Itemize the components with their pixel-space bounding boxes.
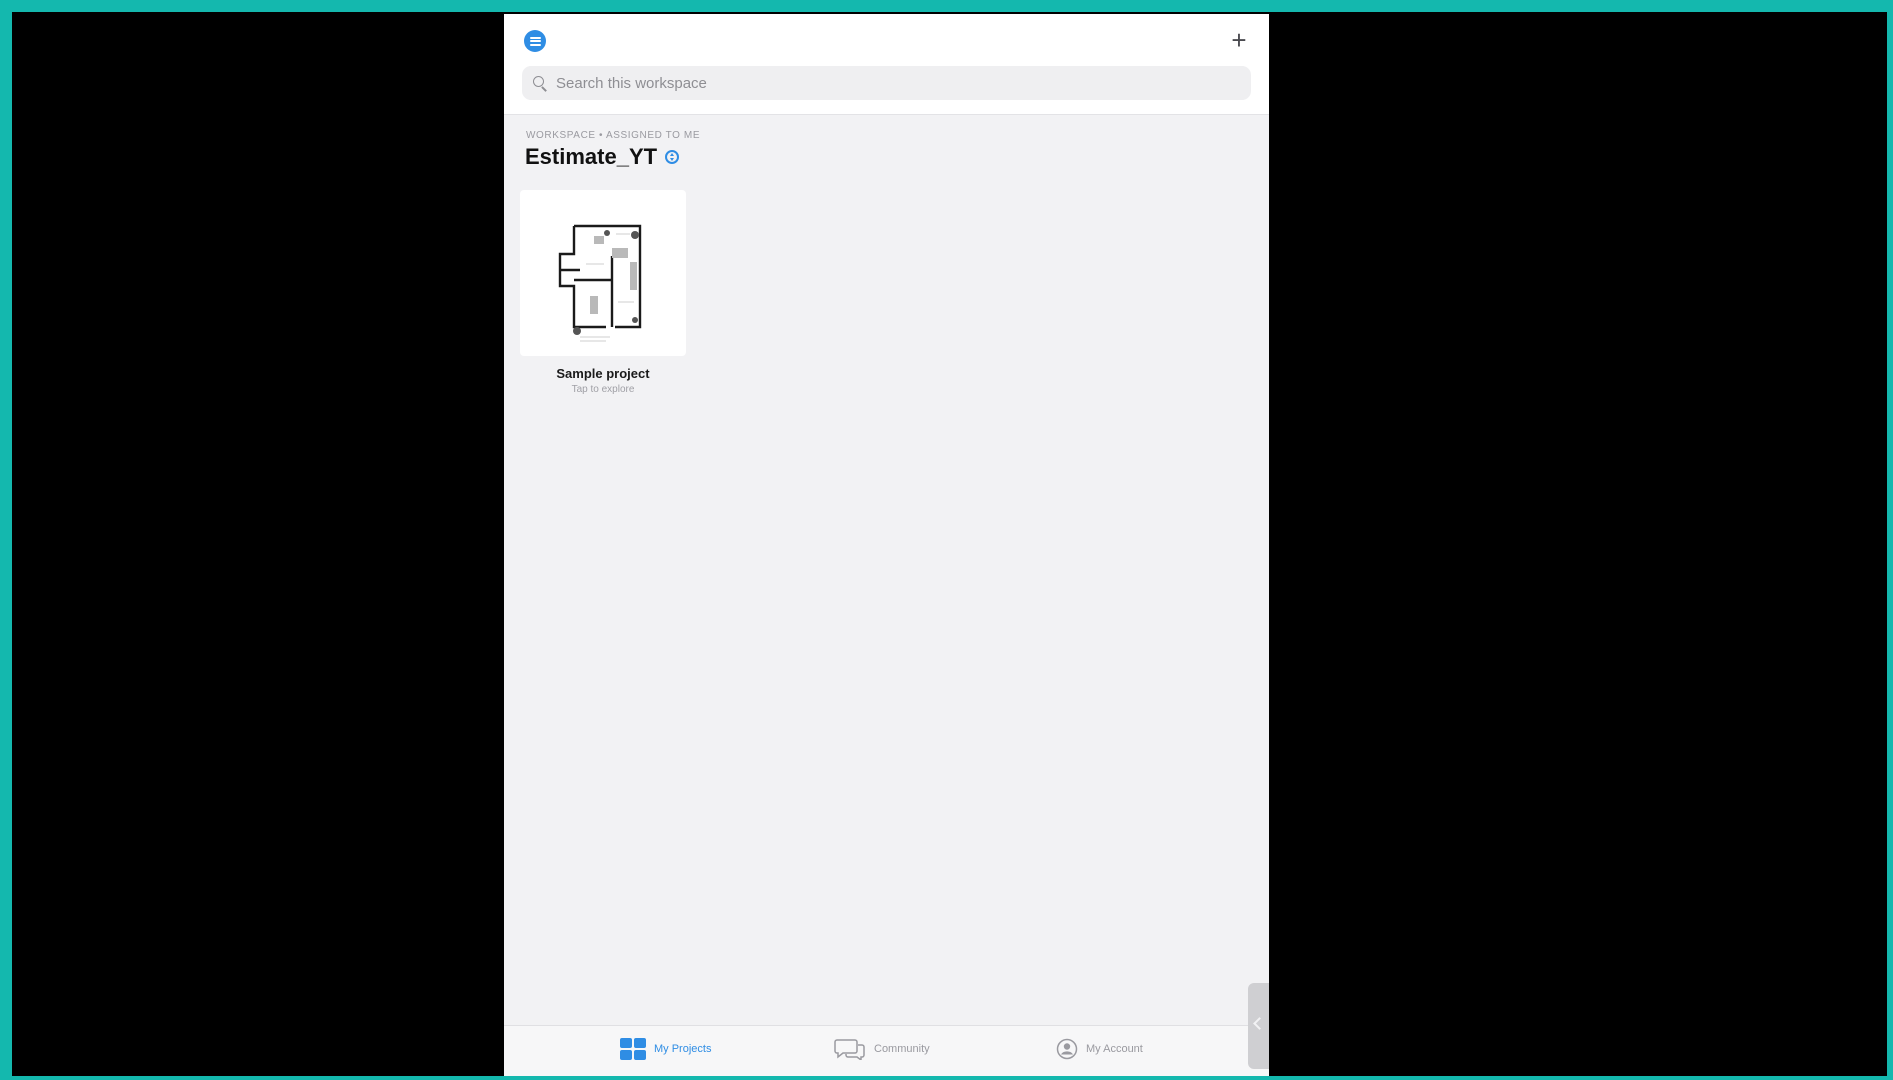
side-panel-handle[interactable] [1248,983,1269,1069]
menu-icon[interactable] [524,30,546,52]
project-name: Sample project [556,366,650,381]
switch-workspace-icon[interactable] [665,150,680,164]
tab-my-account[interactable]: My Account [1056,1038,1143,1060]
top-bar: + [504,14,1269,115]
project-subtitle: Tap to explore [571,384,635,395]
tab-bar: My Projects Community My Account [504,1025,1269,1076]
workspace-selector[interactable]: Estimate_YT [525,144,680,170]
search-input[interactable] [554,73,1238,93]
project-card[interactable]: Sample project Tap to explore [520,190,686,412]
tab-label: My Projects [654,1043,712,1055]
user-circle-icon [1056,1038,1078,1060]
tab-label: Community [874,1043,930,1055]
chat-bubbles-icon [834,1039,865,1060]
plus-icon[interactable]: + [1225,26,1253,54]
app-window: + WORKSPACE • ASSIGNED TO ME Estimate_YT [504,14,1269,1076]
grid-icon [620,1038,646,1060]
chevron-left-icon [1253,1017,1266,1030]
workspace-name: Estimate_YT [525,144,658,169]
workspace-caption: WORKSPACE • ASSIGNED TO ME [526,130,701,141]
tab-community[interactable]: Community [834,1038,930,1060]
tab-my-projects[interactable]: My Projects [620,1038,711,1060]
search-icon [532,75,548,92]
search-bar[interactable] [522,66,1251,100]
floor-plan-thumbnail[interactable] [520,190,686,356]
tab-label: My Account [1086,1043,1143,1055]
